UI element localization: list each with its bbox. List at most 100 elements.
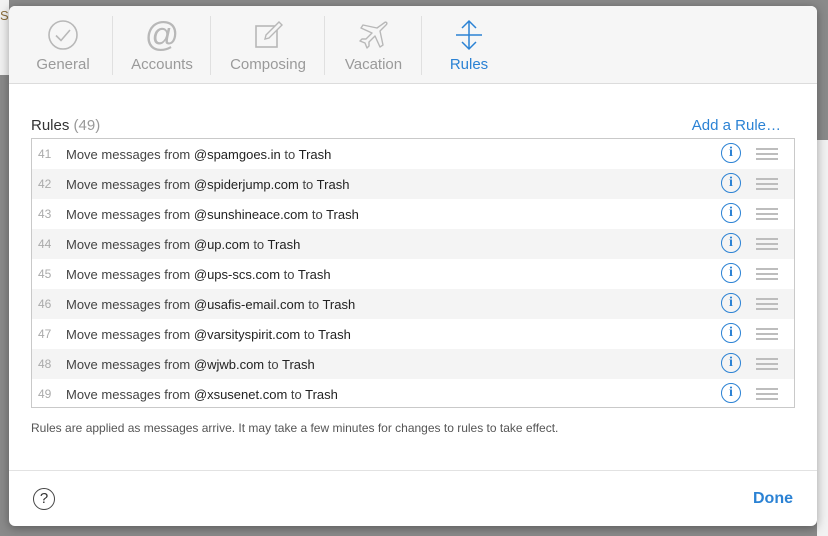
rule-description: Move messages from @spamgoes.in to Trash [66, 147, 794, 162]
rule-row[interactable]: 49 Move messages from @xsusenet.com to Tr… [32, 379, 794, 407]
rule-row[interactable]: 43 Move messages from @sunshineace.com to… [32, 199, 794, 229]
rule-description: Move messages from @wjwb.com to Trash [66, 357, 794, 372]
at-sign-icon: @ [145, 18, 179, 52]
rule-destination: Trash [305, 386, 338, 402]
rule-number: 43 [38, 207, 52, 221]
checkmark-circle-icon [48, 20, 78, 50]
info-icon[interactable]: i [721, 263, 741, 283]
settings-tabbar: General @ Accounts Composing Vacation Ru… [9, 6, 817, 84]
rule-row[interactable]: 42 Move messages from @spiderjump.com to … [32, 169, 794, 199]
rule-row[interactable]: 44 Move messages from @up.com to Trash i [32, 229, 794, 259]
tab-composing-label: Composing [230, 56, 306, 73]
rules-count: (49) [73, 117, 101, 134]
rule-destination: Trash [281, 356, 315, 372]
info-icon[interactable]: i [721, 233, 741, 253]
tab-vacation-label: Vacation [344, 56, 403, 73]
tab-general-label: General [36, 56, 90, 73]
drag-handle-icon[interactable] [756, 298, 778, 310]
rule-destination: Trash [297, 266, 331, 282]
info-icon[interactable]: i [721, 143, 741, 163]
arrows-move-icon [456, 19, 482, 51]
rule-connector: to [280, 266, 298, 282]
rule-destination: Trash [298, 146, 332, 162]
rule-connector: to [298, 176, 317, 192]
rule-description: Move messages from @ups-scs.com to Trash [66, 267, 794, 282]
info-icon[interactable]: i [721, 203, 741, 223]
drag-handle-icon[interactable] [756, 178, 778, 190]
rule-description: Move messages from @xsusenet.com to Tras… [66, 387, 794, 402]
drag-handle-icon[interactable] [756, 358, 778, 370]
rule-connector: to [308, 206, 327, 222]
rule-row[interactable]: 45 Move messages from @ups-scs.com to Tra… [32, 259, 794, 289]
drag-handle-icon[interactable] [756, 268, 778, 280]
rule-connector: to [287, 386, 306, 402]
info-icon[interactable]: i [721, 173, 741, 193]
help-button[interactable]: ? [33, 487, 55, 510]
rules-footnote: Rules are applied as messages arrive. It… [31, 421, 559, 435]
rule-description: Move messages from @usafis-email.com to … [66, 297, 794, 312]
info-icon[interactable]: i [721, 323, 741, 343]
compose-pencil-icon [255, 21, 283, 48]
rules-content: Rules (49) Add a Rule… 41 Move messages f… [9, 110, 817, 435]
add-rule-link[interactable]: Add a Rule… [692, 117, 781, 134]
rules-title: Rules (49) [31, 117, 100, 134]
info-icon[interactable]: i [721, 293, 741, 313]
rule-row[interactable]: 41 Move messages from @spamgoes.in to Tra… [32, 139, 794, 169]
rule-connector: to [304, 296, 323, 312]
dialog-footer: ? Done [9, 470, 817, 526]
rule-row[interactable]: 46 Move messages from @usafis-email.com t… [32, 289, 794, 319]
rule-number: 41 [38, 147, 52, 161]
svg-text:@: @ [145, 18, 179, 52]
info-icon[interactable]: i [721, 383, 741, 403]
rule-domain: @xsusenet.com [193, 386, 288, 402]
rule-prefix: Move messages from [66, 326, 194, 342]
info-icon[interactable]: i [721, 353, 741, 373]
airplane-icon [358, 21, 388, 49]
tab-composing[interactable]: Composing [211, 6, 325, 83]
rule-prefix: Move messages from [66, 356, 194, 372]
rule-prefix: Move messages from [66, 176, 194, 192]
rule-domain: @spiderjump.com [193, 176, 299, 192]
rules-title-text: Rules [31, 117, 70, 134]
drag-handle-icon[interactable] [756, 148, 778, 160]
rule-prefix: Move messages from [66, 296, 194, 312]
rule-domain: @sunshineace.com [193, 206, 309, 222]
rule-prefix: Move messages from [66, 146, 194, 162]
tab-rules-label: Rules [449, 56, 489, 73]
rule-destination: Trash [318, 326, 351, 342]
tab-accounts[interactable]: @ Accounts [113, 6, 211, 83]
drag-handle-icon[interactable] [756, 238, 778, 250]
rule-row[interactable]: 48 Move messages from @wjwb.com to Trash i [32, 349, 794, 379]
tab-rules[interactable]: Rules [422, 6, 516, 83]
background-panel-right [817, 140, 828, 536]
rule-number: 44 [38, 237, 52, 251]
rule-destination: Trash [316, 176, 350, 192]
drag-handle-icon[interactable] [756, 388, 778, 400]
settings-dialog: General @ Accounts Composing Vacation Ru… [9, 6, 817, 526]
rule-connector: to [249, 236, 268, 252]
rule-number: 46 [38, 297, 52, 311]
drag-handle-icon[interactable] [756, 208, 778, 220]
rule-prefix: Move messages from [66, 386, 194, 402]
rule-prefix: Move messages from [66, 206, 194, 222]
rule-description: Move messages from @varsityspirit.com to… [66, 327, 794, 342]
drag-handle-icon[interactable] [756, 328, 778, 340]
rule-destination: Trash [326, 206, 359, 222]
rule-row[interactable]: 47 Move messages from @varsityspirit.com … [32, 319, 794, 349]
tab-vacation[interactable]: Vacation [325, 6, 422, 83]
rule-domain: @spamgoes.in [193, 146, 281, 162]
rule-description: Move messages from @spiderjump.com to Tr… [66, 177, 794, 192]
rules-list[interactable]: 41 Move messages from @spamgoes.in to Tra… [31, 138, 795, 408]
rule-description: Move messages from @sunshineace.com to T… [66, 207, 794, 222]
rule-connector: to [264, 356, 282, 372]
done-button[interactable]: Done [753, 490, 793, 508]
rule-number: 45 [38, 267, 52, 281]
rule-number: 48 [38, 357, 52, 371]
tab-general[interactable]: General [13, 6, 113, 83]
tab-accounts-label: Accounts [131, 56, 193, 73]
rule-domain: @wjwb.com [193, 356, 265, 372]
rule-domain: @varsityspirit.com [193, 326, 301, 342]
rule-prefix: Move messages from [66, 236, 194, 252]
rule-connector: to [280, 146, 299, 162]
rule-connector: to [300, 326, 319, 342]
